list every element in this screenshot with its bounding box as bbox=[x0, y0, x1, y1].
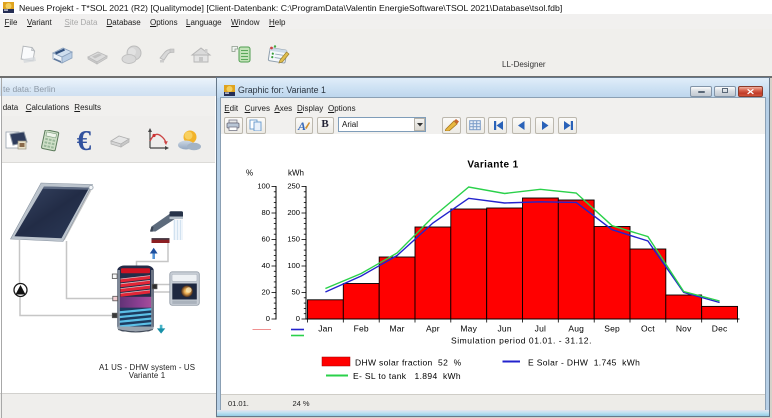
svg-text:May: May bbox=[460, 324, 477, 334]
svg-text:A: A bbox=[297, 119, 306, 132]
svg-text:E Solar - DHW 1.745 kWh: E Solar - DHW 1.745 kWh bbox=[528, 358, 640, 368]
svg-text:20: 20 bbox=[262, 287, 270, 296]
svg-text:kWh: kWh bbox=[288, 169, 304, 178]
svg-text:%: % bbox=[246, 169, 253, 178]
svg-text:Aug: Aug bbox=[568, 324, 584, 334]
svg-text:E- SL to tank 1.894 kWh: E- SL to tank 1.894 kWh bbox=[353, 371, 461, 381]
svg-text:€: € bbox=[77, 128, 92, 153]
svg-text:Feb: Feb bbox=[354, 324, 369, 334]
svg-text:Jan: Jan bbox=[318, 324, 332, 334]
svg-text:250: 250 bbox=[287, 181, 300, 190]
svg-text:Variante 1: Variante 1 bbox=[467, 160, 518, 171]
svg-text:Jun: Jun bbox=[497, 324, 511, 334]
svg-text:100: 100 bbox=[287, 261, 300, 270]
svg-text:Apr: Apr bbox=[426, 324, 440, 334]
svg-text:Sep: Sep bbox=[604, 324, 620, 334]
svg-text:0: 0 bbox=[296, 314, 300, 323]
svg-text:50: 50 bbox=[292, 287, 300, 296]
svg-text:150: 150 bbox=[287, 234, 300, 243]
svg-text:Jul: Jul bbox=[535, 324, 546, 334]
svg-text:Dec: Dec bbox=[712, 324, 728, 334]
svg-text:200: 200 bbox=[287, 208, 300, 217]
svg-text:100: 100 bbox=[257, 181, 270, 190]
svg-text:0: 0 bbox=[266, 314, 270, 323]
svg-text:40: 40 bbox=[262, 261, 270, 270]
svg-text:60: 60 bbox=[262, 234, 270, 243]
svg-text:DHW solar fraction 52 %: DHW solar fraction 52 % bbox=[355, 358, 462, 368]
svg-text:80: 80 bbox=[262, 208, 270, 217]
svg-text:Simulation period 01.01. - 31.: Simulation period 01.01. - 31.12. bbox=[451, 336, 592, 346]
svg-text:Oct: Oct bbox=[641, 324, 655, 334]
svg-text:Nov: Nov bbox=[676, 324, 692, 334]
svg-text:Mar: Mar bbox=[389, 324, 404, 334]
